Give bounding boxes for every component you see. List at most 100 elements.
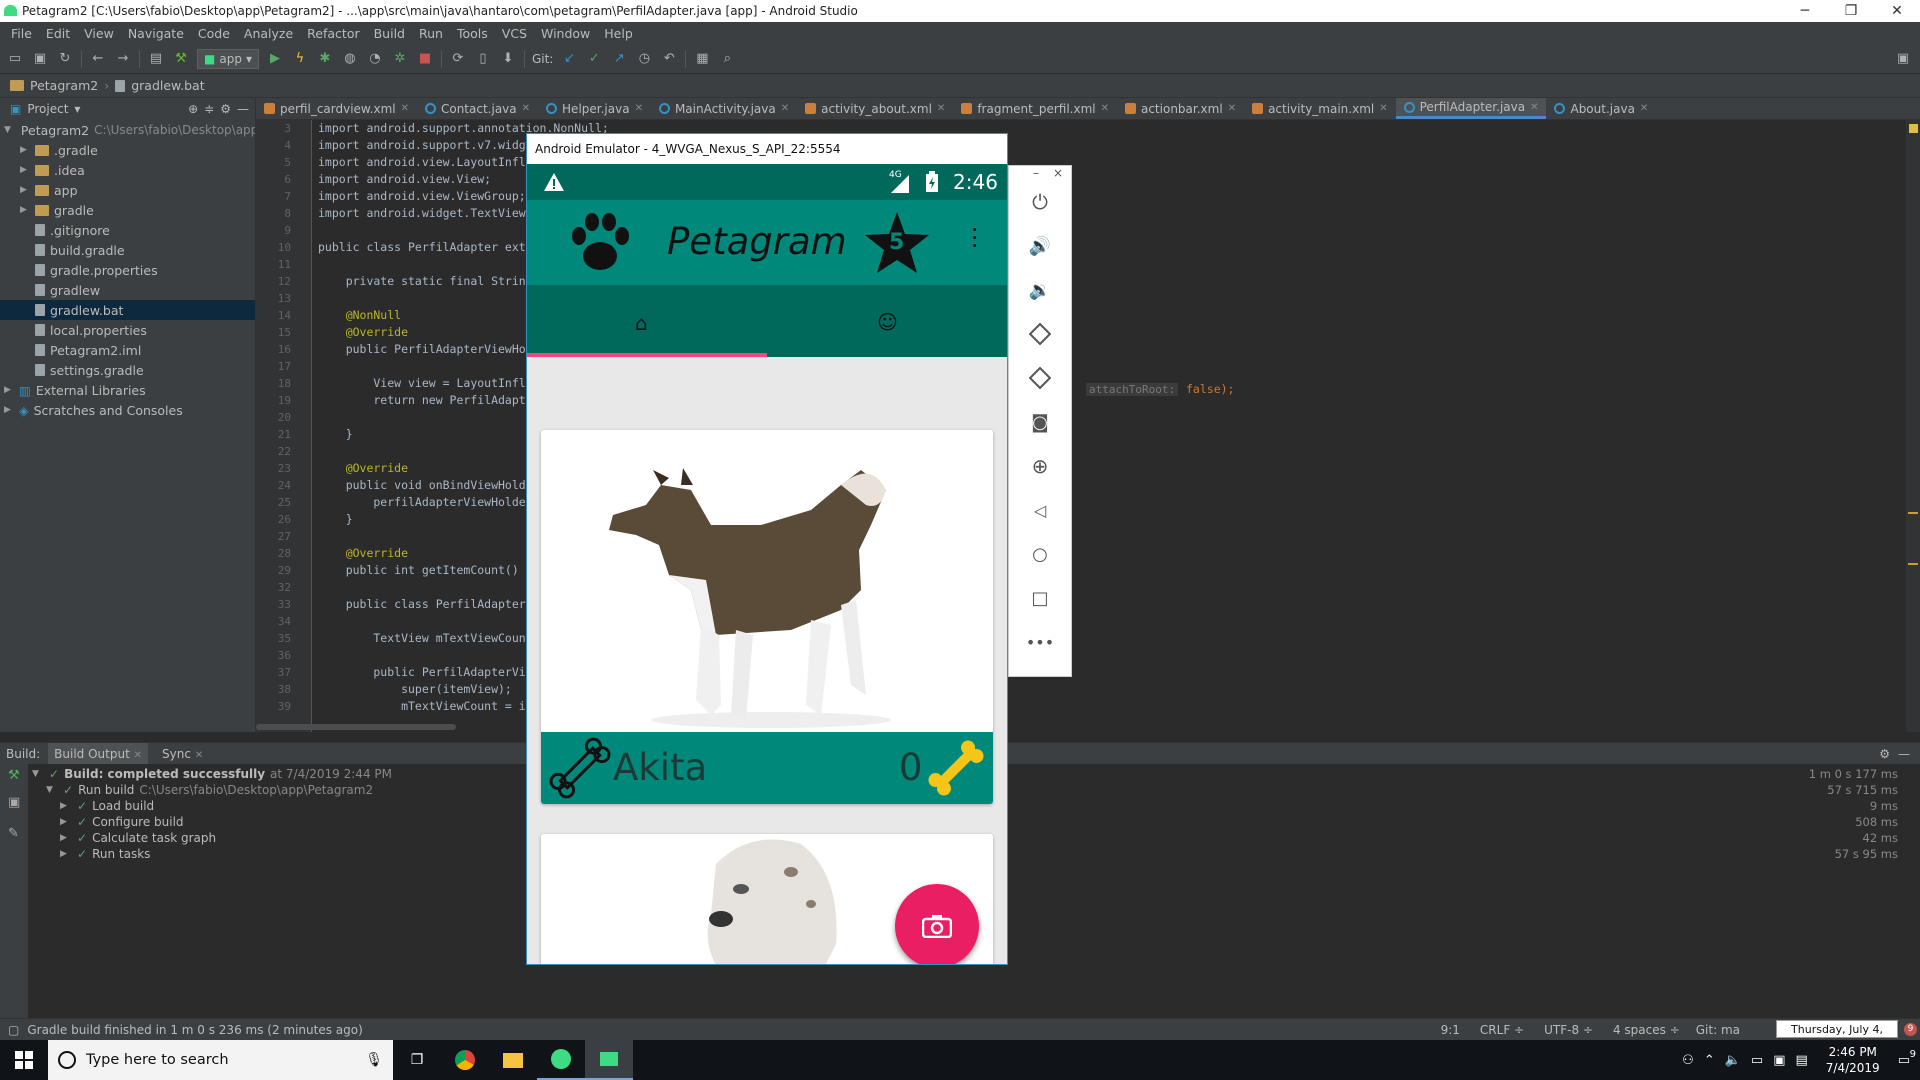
- phone-screen[interactable]: 4G 2:46 Petagram 5 · · · ⌂ ☺ Akita 0: [527, 164, 1007, 964]
- more-button[interactable]: •••: [1009, 620, 1071, 664]
- expand-arrow-icon[interactable]: ▶: [4, 385, 14, 395]
- warning-icon[interactable]: [1909, 124, 1918, 133]
- tree-item[interactable]: gradle.properties: [0, 260, 255, 280]
- close-tab-icon[interactable]: ✕: [522, 103, 530, 114]
- close-tab-icon[interactable]: ✕: [1379, 103, 1387, 114]
- gear-icon[interactable]: ⚙: [220, 102, 231, 116]
- close-tab-icon[interactable]: ✕: [1640, 103, 1648, 114]
- expand-arrow-icon[interactable]: ▶: [20, 205, 30, 215]
- sync-icon[interactable]: ↻: [56, 50, 74, 68]
- camera-fab[interactable]: [895, 884, 979, 964]
- tree-item[interactable]: Petagram2.iml: [0, 340, 255, 360]
- forward-arrow-icon[interactable]: →: [114, 50, 132, 68]
- emulator-close-button[interactable]: ×: [1053, 166, 1063, 180]
- layout-icon[interactable]: ▣: [0, 787, 28, 818]
- hide-icon[interactable]: —: [1898, 747, 1920, 761]
- expand-arrow-icon[interactable]: ▶: [60, 849, 72, 859]
- tab-build-output[interactable]: Build Output ✕: [48, 742, 149, 765]
- back-arrow-icon[interactable]: ←: [89, 50, 107, 68]
- tab-home-icon[interactable]: ⌂: [635, 311, 648, 335]
- menu-item-help[interactable]: Help: [597, 26, 640, 41]
- close-tab-icon[interactable]: ✕: [781, 103, 789, 114]
- status-message[interactable]: Gradle build finished in 1 m 0 s 236 ms …: [27, 1023, 362, 1037]
- tab-dog-icon[interactable]: ☺: [877, 310, 898, 334]
- tree-scratches[interactable]: ▶ ◈ Scratches and Consoles: [0, 400, 255, 420]
- menu-item-vcs[interactable]: VCS: [495, 26, 534, 41]
- menu-item-window[interactable]: Window: [534, 26, 597, 41]
- debug-icon[interactable]: ✱: [316, 50, 334, 68]
- tab-about-java[interactable]: About.java ✕: [1546, 98, 1656, 119]
- make-project-icon[interactable]: ⚒: [172, 50, 190, 68]
- tab-sync[interactable]: Sync ✕: [156, 743, 209, 765]
- encoding[interactable]: UTF-8 ÷: [1534, 1023, 1603, 1037]
- action-center-icon[interactable]: ▭ 9: [1898, 1049, 1916, 1068]
- menu-item-refactor[interactable]: Refactor: [300, 26, 366, 41]
- task-view-button[interactable]: ❐: [393, 1040, 441, 1080]
- build-tree-row[interactable]: ▶ ✓ Calculate task graph: [32, 830, 392, 846]
- hammer-icon[interactable]: ⚒: [0, 764, 28, 787]
- tab-fragment-perfil-xml[interactable]: fragment_perfil.xml ✕: [953, 98, 1117, 119]
- close-tab-icon[interactable]: ✕: [635, 103, 643, 114]
- attach-debugger-icon[interactable]: ✲: [391, 50, 409, 68]
- people-icon[interactable]: ⚇: [1682, 1053, 1694, 1068]
- expand-arrow-icon[interactable]: ▼: [46, 785, 58, 795]
- tree-item[interactable]: gradlew: [0, 280, 255, 300]
- avd-manager-icon[interactable]: ▯: [474, 50, 492, 68]
- screenshot-button[interactable]: ◙: [1009, 400, 1071, 444]
- build-tree-row[interactable]: ▶ ✓ Load build: [32, 798, 392, 814]
- bone-like-icon[interactable]: [923, 736, 989, 800]
- paw-icon[interactable]: [567, 212, 633, 274]
- notification-badge[interactable]: 9: [1904, 1023, 1917, 1036]
- git-commit-icon[interactable]: ✓: [585, 50, 603, 68]
- tab-helper-java[interactable]: Helper.java ✕: [538, 98, 651, 119]
- expand-arrow-icon[interactable]: ▶: [20, 165, 30, 175]
- gear-icon[interactable]: ⚙: [1879, 747, 1890, 761]
- tree-root[interactable]: ▼ Petagram2 C:\Users\fabio\Desktop\app\: [0, 120, 255, 140]
- stop-icon[interactable]: ■: [416, 50, 434, 68]
- overview-button[interactable]: □: [1009, 576, 1071, 620]
- project-view-select[interactable]: Project: [27, 102, 68, 116]
- network-icon[interactable]: ▣: [1773, 1053, 1785, 1068]
- menu-item-build[interactable]: Build: [367, 26, 412, 41]
- layout-icon[interactable]: ▣: [1894, 50, 1912, 68]
- build-tree-row[interactable]: ▶ ✓ Run tasks: [32, 846, 392, 862]
- close-tab-icon[interactable]: ✕: [401, 103, 409, 114]
- tree-external-libraries[interactable]: ▶ ▥ External Libraries: [0, 380, 255, 400]
- build-tree-row[interactable]: ▼ ✓ Build: completed successfully at 7/4/20…: [32, 766, 392, 782]
- rotate-right-button[interactable]: [1009, 356, 1071, 400]
- close-tab-icon[interactable]: ✕: [1101, 103, 1109, 114]
- emulator-minimize-button[interactable]: –: [1033, 166, 1039, 180]
- tree-item[interactable]: build.gradle: [0, 240, 255, 260]
- expand-arrow-icon[interactable]: ▶: [60, 801, 72, 811]
- menu-item-edit[interactable]: Edit: [39, 26, 77, 41]
- menu-item-run[interactable]: Run: [412, 26, 450, 41]
- pet-card[interactable]: Akita 0: [541, 430, 993, 804]
- search-input[interactable]: Type here to search: [86, 1052, 355, 1068]
- tab-perfil-cardview-xml[interactable]: perfil_cardview.xml ✕: [256, 98, 417, 119]
- git-update-icon[interactable]: ↙: [560, 50, 578, 68]
- horizontal-scrollbar[interactable]: [256, 724, 456, 730]
- volume-down-button[interactable]: 🔉: [1009, 268, 1071, 312]
- language-icon[interactable]: ▤: [1796, 1053, 1808, 1068]
- build-tree-row[interactable]: ▶ ✓ Configure build: [32, 814, 392, 830]
- tree-item[interactable]: .gitignore: [0, 220, 255, 240]
- volume-icon[interactable]: 🔈: [1725, 1053, 1741, 1068]
- collapse-icon[interactable]: ≑: [204, 102, 214, 116]
- menu-item-code[interactable]: Code: [191, 26, 237, 41]
- history-icon[interactable]: ◷: [635, 50, 653, 68]
- close-tab-icon[interactable]: ✕: [937, 103, 945, 114]
- minimize-button[interactable]: ─: [1782, 0, 1828, 22]
- taskbar-clock[interactable]: 2:46 PM 7/4/2019: [1818, 1044, 1888, 1076]
- menu-item-view[interactable]: View: [77, 26, 121, 41]
- power-button[interactable]: ⏻: [1009, 180, 1071, 224]
- emulator-button[interactable]: [585, 1040, 633, 1080]
- hide-icon[interactable]: —: [237, 102, 255, 116]
- line-separator[interactable]: CRLF ÷: [1470, 1023, 1534, 1037]
- locate-icon[interactable]: ⊕: [188, 102, 198, 116]
- tree-item[interactable]: ▶ .gradle: [0, 140, 255, 160]
- code-editor[interactable]: 3 4 5 6 7 8 9 10 11 12 13 14 15 16 17 18 19 20 21 22 23 24 25 2…: [256, 120, 1920, 732]
- home-button[interactable]: ○: [1009, 532, 1071, 576]
- expand-arrow-icon[interactable]: ▶: [60, 833, 72, 843]
- zoom-button[interactable]: ⊕: [1009, 444, 1071, 488]
- open-folder-icon[interactable]: ▭: [6, 50, 24, 68]
